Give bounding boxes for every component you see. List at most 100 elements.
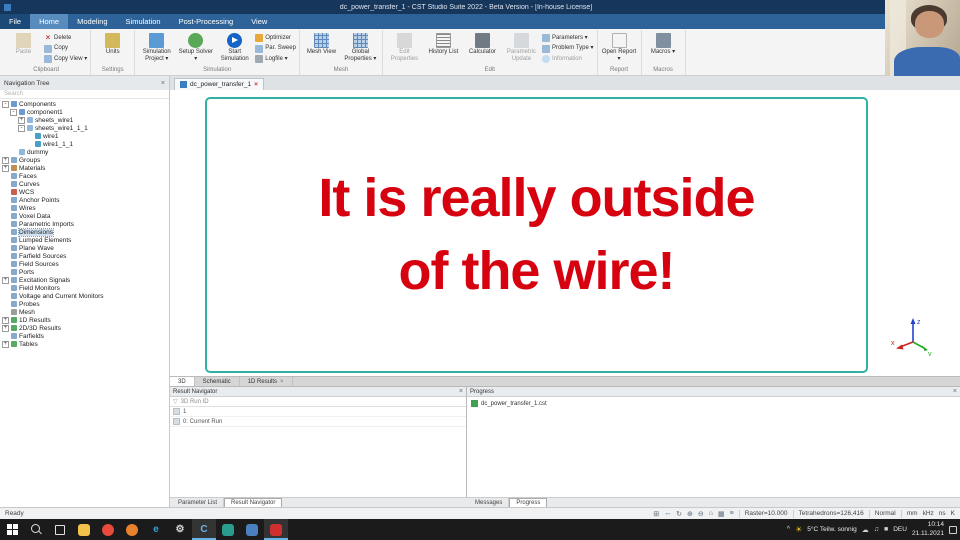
tray-icon-0[interactable]: ☁ [862, 526, 869, 534]
zoom-out-icon[interactable]: ⊖ [698, 510, 704, 518]
calculator-button[interactable]: Calculator [464, 31, 501, 56]
navigation-tree-close-icon[interactable]: × [161, 80, 165, 87]
tree-item-groups[interactable]: + Groups [0, 156, 169, 164]
result-navigator-close-icon[interactable]: × [459, 388, 463, 395]
document-tab[interactable]: dc_power_transfer_1 × [174, 78, 264, 90]
menu-tab-post-processing[interactable]: Post-Processing [170, 14, 243, 29]
expand-icon[interactable]: + [2, 340, 9, 348]
blue-app-icon[interactable] [240, 519, 264, 540]
cst-studio-icon[interactable]: C [192, 519, 216, 540]
tree-item-plane-wave[interactable]: Plane Wave [0, 244, 169, 252]
tree-item-mesh[interactable]: Mesh [0, 308, 169, 316]
menu-tab-view[interactable]: View [242, 14, 276, 29]
tree-item-parametric-imports[interactable]: Parametric Imports [0, 220, 169, 228]
tree-item-materials[interactable]: + Materials [0, 164, 169, 172]
history-list-button[interactable]: History List [425, 31, 462, 56]
tree-item-ports[interactable]: Ports [0, 268, 169, 276]
tree-item-wire1[interactable]: wire1 [0, 132, 169, 140]
result-row-0[interactable]: 1 [170, 407, 466, 417]
tree-item-tables[interactable]: + Tables [0, 340, 169, 348]
tree-item-probes[interactable]: Probes [0, 300, 169, 308]
delete-button[interactable]: × Delete [44, 34, 87, 42]
tree-item-anchor-points[interactable]: Anchor Points [0, 196, 169, 204]
tree-item-dummy[interactable]: dummy [0, 148, 169, 156]
search-icon[interactable] [24, 519, 48, 540]
notifications-icon[interactable] [949, 525, 957, 534]
zoom-in-icon[interactable]: ⊕ [687, 510, 693, 518]
task-view-icon[interactable] [48, 519, 72, 540]
tree-item-voxel-data[interactable]: Voxel Data [0, 212, 169, 220]
global-properties-button[interactable]: Global Properties ▾ [342, 31, 379, 63]
tree-item-excitation-signals[interactable]: + Excitation Signals [0, 276, 169, 284]
menu-tab-home[interactable]: Home [30, 14, 69, 29]
unit-ns[interactable]: ns [939, 510, 946, 517]
view-tab-3d[interactable]: 3D [170, 377, 195, 386]
view-tab-schematic[interactable]: Schematic [195, 377, 240, 386]
expand-icon[interactable]: + [2, 324, 9, 332]
bottom-tab-parameter-list[interactable]: Parameter List [172, 498, 225, 507]
macros-button[interactable]: Macros ▾ [645, 31, 682, 56]
bottom-tab-progress[interactable]: Progress [509, 498, 548, 507]
select-icon[interactable]: ⊞ [653, 510, 659, 518]
tray-icon-1[interactable]: ♫ [874, 526, 879, 533]
tree-item-components[interactable]: - Components [0, 100, 169, 108]
bottom-tab-messages[interactable]: Messages [469, 498, 510, 507]
edge-browser-icon[interactable]: e [144, 519, 168, 540]
list-icon[interactable]: ≡ [730, 510, 734, 517]
tree-item-faces[interactable]: Faces [0, 172, 169, 180]
copy-view-button[interactable]: Copy View ▾ [44, 55, 87, 63]
tree-item-voltage-and-current-monitors[interactable]: Voltage and Current Monitors [0, 292, 169, 300]
tree-item-dimensions[interactable]: Dimensions [0, 227, 169, 237]
view-tab-1d-results[interactable]: 1D Results × [240, 377, 293, 386]
mesh-view-button[interactable]: Mesh View [303, 31, 340, 56]
tray-icon-2[interactable]: ■ [884, 526, 888, 533]
expand-icon[interactable]: + [2, 276, 9, 284]
setup-solver-button[interactable]: Setup Solver ▾ [177, 31, 214, 63]
start-icon[interactable] [0, 519, 24, 540]
tree-item-curves[interactable]: Curves [0, 180, 169, 188]
simulation-project-button[interactable]: Simulation Project ▾ [138, 31, 175, 63]
units-button[interactable]: Units [94, 31, 131, 56]
tree-item-farfield-sources[interactable]: Farfield Sources [0, 252, 169, 260]
open-report-button[interactable]: Open Report ▾ [601, 31, 638, 63]
logfile-button[interactable]: Logfile ▾ [255, 55, 296, 63]
tree-item-field-monitors[interactable]: Field Monitors [0, 284, 169, 292]
menu-tab-modeling[interactable]: Modeling [68, 14, 116, 29]
tree-item-wire1-1-1[interactable]: wire1_1_1 [0, 140, 169, 148]
tree-item-sheets-wire1[interactable]: + sheets_wire1 [0, 116, 169, 124]
bottom-tab-result-navigator[interactable]: Result Navigator [224, 498, 283, 507]
tree-item-wires[interactable]: Wires [0, 204, 169, 212]
copy-button[interactable]: Copy [44, 44, 87, 53]
teal-app-icon[interactable] [216, 519, 240, 540]
collapse-icon[interactable]: - [10, 108, 17, 116]
optimizer-button[interactable]: Optimizer [255, 34, 296, 42]
file-explorer-icon[interactable] [72, 519, 96, 540]
result-row-1[interactable]: 0: Current Run [170, 417, 466, 427]
rotate-icon[interactable]: ↻ [676, 510, 682, 518]
tree-item-farfields[interactable]: Farfields [0, 332, 169, 340]
tree-item-field-sources[interactable]: Field Sources [0, 260, 169, 268]
start-simulation-button[interactable]: Start Simulation [216, 31, 253, 63]
expand-icon[interactable]: + [2, 156, 9, 164]
tray-expand-icon[interactable]: ^ [787, 526, 790, 533]
browser-firefox-icon[interactable] [120, 519, 144, 540]
par-sweep-button[interactable]: Par. Sweep [255, 44, 296, 53]
grid-icon[interactable]: ▦ [718, 510, 725, 518]
3d-canvas[interactable]: It is really outside of the wire! z x y [170, 90, 960, 376]
progress-item[interactable]: dc_power_transfer_1.cst [467, 397, 960, 410]
result-filter-row[interactable]: ▽ 3D Run ID [170, 397, 466, 407]
unit-k[interactable]: K [951, 510, 955, 517]
tree-search-input[interactable]: Search [0, 90, 169, 99]
tree-item-2d-3d-results[interactable]: +2D/3D Results [0, 324, 169, 332]
unit-khz[interactable]: kHz [923, 510, 934, 517]
tree-item-1d-results[interactable]: +1D Results [0, 316, 169, 324]
expand-icon[interactable]: + [2, 316, 9, 324]
unit-mm[interactable]: mm [907, 510, 918, 517]
document-tab-close-icon[interactable]: × [254, 81, 258, 88]
fit-view-icon[interactable]: ⌂ [709, 510, 713, 517]
parameters-button[interactable]: Parameters ▾ [541, 34, 594, 42]
language-indicator[interactable]: DEU [893, 526, 907, 533]
collapse-icon[interactable]: - [2, 100, 9, 108]
tree-item-component1[interactable]: - component1 [0, 108, 169, 116]
menu-tab-simulation[interactable]: Simulation [117, 14, 170, 29]
